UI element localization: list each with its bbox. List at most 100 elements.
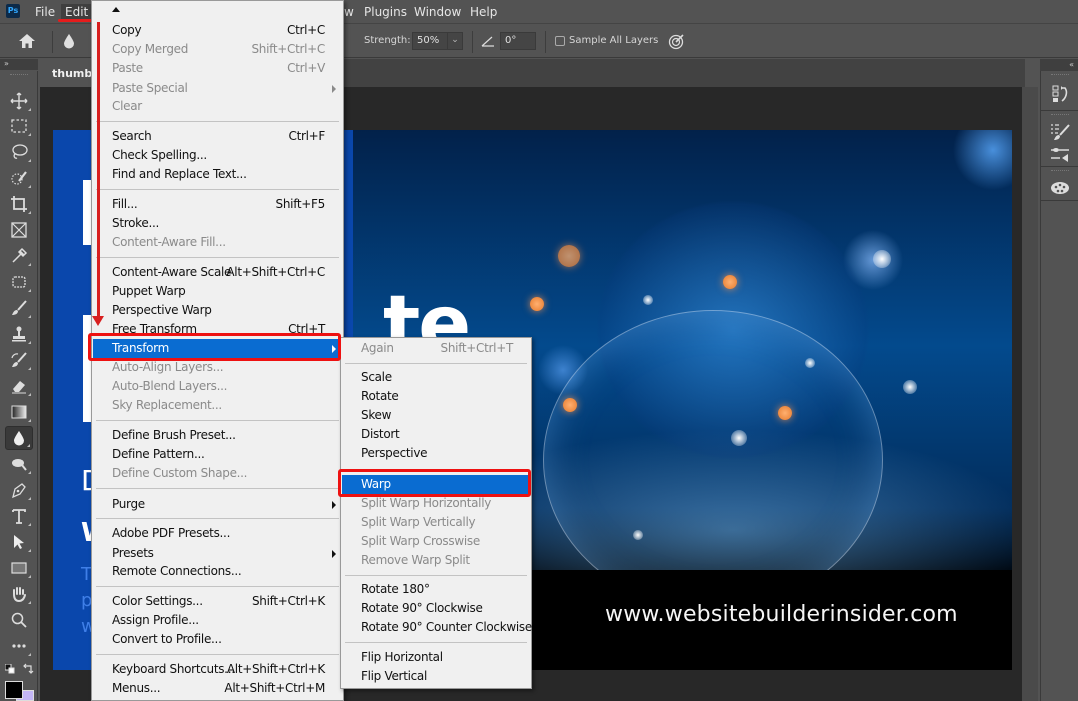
panel-grip[interactable] — [1051, 170, 1069, 173]
blur-tool-icon[interactable] — [5, 426, 33, 450]
menu-edit[interactable]: Edit — [61, 4, 93, 20]
right-dock — [1040, 71, 1078, 701]
menu-item-copy[interactable]: Copy Ctrl+C — [93, 21, 342, 40]
menu-item-perspective-warp[interactable]: Perspective Warp — [93, 301, 342, 320]
crop-tool-icon[interactable] — [5, 192, 33, 216]
strength-dropdown-chevron-icon[interactable]: ⌄ — [447, 32, 463, 50]
sample-all-layers-checkbox[interactable] — [555, 36, 565, 46]
menu-item-rotate-180[interactable]: Rotate 180° — [342, 580, 530, 599]
strength-input[interactable]: 50% — [412, 32, 448, 50]
default-colors-icon[interactable] — [5, 664, 15, 674]
menu-window[interactable]: Window — [410, 4, 465, 20]
menu-item-find-replace-text[interactable]: Find and Replace Text... — [93, 165, 342, 184]
menu-item-remote-connections[interactable]: Remote Connections... — [93, 562, 342, 581]
swap-colors-icon[interactable] — [22, 663, 34, 675]
eraser-tool-icon[interactable] — [5, 374, 33, 398]
color-palette-icon[interactable] — [1050, 177, 1070, 197]
photoshop-logo-icon: Ps — [6, 4, 20, 18]
menu-item-flip-horizontal[interactable]: Flip Horizontal — [342, 648, 530, 667]
menu-item-assign-profile[interactable]: Assign Profile... — [93, 611, 342, 630]
quick-selection-tool-icon[interactable] — [5, 166, 33, 190]
panel-grip[interactable] — [1051, 74, 1069, 77]
dock-collapse-button[interactable]: « — [1040, 59, 1078, 71]
menu-item-convert-to-profile[interactable]: Convert to Profile... — [93, 630, 342, 649]
menu-help[interactable]: Help — [466, 4, 501, 20]
artwork-orange-node — [778, 406, 792, 420]
frame-tool-icon[interactable] — [5, 218, 33, 242]
foreground-color-swatch[interactable] — [5, 681, 23, 699]
path-selection-tool-icon[interactable] — [5, 530, 33, 554]
menu-item-search[interactable]: Search Ctrl+F — [93, 127, 342, 146]
menu-item-rotate[interactable]: Rotate — [342, 387, 530, 406]
menu-item-keyboard-shortcuts[interactable]: Keyboard Shortcuts... Alt+Shift+Ctrl+K — [93, 660, 342, 679]
menu-item-fill[interactable]: Fill... Shift+F5 — [93, 195, 342, 214]
menu-item-menus[interactable]: Menus... Alt+Shift+Ctrl+M — [93, 679, 342, 698]
history-icon[interactable] — [1050, 84, 1070, 104]
menu-item-define-brush-preset[interactable]: Define Brush Preset... — [93, 426, 342, 445]
pressure-icon[interactable] — [668, 33, 685, 50]
more-tools-icon[interactable] — [5, 634, 33, 658]
artwork-orange-node — [530, 297, 544, 311]
panel-grip[interactable] — [10, 74, 28, 77]
menu-separator — [96, 257, 339, 258]
menu-item-skew[interactable]: Skew — [342, 406, 530, 425]
submenu-arrow-icon — [332, 85, 336, 93]
submenu-arrow-icon — [332, 550, 336, 558]
move-tool-icon[interactable] — [5, 89, 33, 113]
gradient-tool-icon[interactable] — [5, 400, 33, 424]
angle-input[interactable]: 0° — [500, 32, 536, 50]
lasso-tool-icon[interactable] — [5, 140, 33, 164]
menu-item-flip-vertical[interactable]: Flip Vertical — [342, 667, 530, 686]
zoom-tool-icon[interactable] — [5, 608, 33, 632]
history-brush-tool-icon[interactable] — [5, 348, 33, 372]
menu-item-scale[interactable]: Scale — [342, 368, 530, 387]
menu-item-content-aware-scale[interactable]: Content-Aware Scale Alt+Shift+Ctrl+C — [93, 263, 342, 282]
menu-item-paste-special: Paste Special — [93, 79, 342, 98]
home-icon[interactable] — [18, 33, 36, 49]
menu-item-split-warp-crosswise: Split Warp Crosswise — [361, 534, 480, 548]
vertical-scrollbar[interactable] — [1022, 87, 1038, 701]
eyedropper-tool-icon[interactable] — [5, 244, 33, 268]
menu-item-color-settings[interactable]: Color Settings... Shift+Ctrl+K — [93, 592, 342, 611]
menu-item-define-pattern[interactable]: Define Pattern... — [93, 445, 342, 464]
pen-tool-icon[interactable] — [5, 478, 33, 502]
brush-tool-icon[interactable] — [5, 296, 33, 320]
menu-item-check-spelling[interactable]: Check Spelling... — [93, 146, 342, 165]
clone-stamp-tool-icon[interactable] — [5, 322, 33, 346]
menu-separator — [96, 189, 339, 190]
dodge-tool-icon[interactable] — [5, 452, 33, 476]
brush-settings-icon[interactable] — [1050, 122, 1070, 142]
type-tool-icon[interactable] — [5, 504, 33, 528]
menu-separator — [96, 518, 339, 519]
menu-separator — [96, 488, 339, 489]
panel-grip[interactable] — [1051, 114, 1069, 117]
artwork-globe — [543, 310, 883, 610]
blur-drop-icon[interactable] — [62, 33, 76, 49]
rectangle-tool-icon[interactable] — [5, 556, 33, 580]
menu-item-again: Again Shift+Ctrl+T — [361, 341, 513, 355]
dock-group-history — [1041, 71, 1078, 111]
artwork-light — [903, 380, 917, 394]
menu-scroll-up-icon[interactable] — [112, 7, 120, 12]
menu-plugins[interactable]: Plugins — [360, 4, 411, 20]
menu-item-perspective[interactable]: Perspective — [342, 444, 530, 463]
menu-item-distort[interactable]: Distort — [342, 425, 530, 444]
artwork-orange-node — [723, 275, 737, 289]
menu-item-adobe-pdf-presets[interactable]: Adobe PDF Presets... — [93, 524, 342, 543]
artwork-light — [731, 430, 747, 446]
menu-item-puppet-warp[interactable]: Puppet Warp — [93, 282, 342, 301]
spot-healing-tool-icon[interactable] — [5, 270, 33, 294]
menu-item-rotate-90-cw[interactable]: Rotate 90° Clockwise — [342, 599, 530, 618]
menu-file[interactable]: File — [31, 4, 59, 20]
menu-item-stroke[interactable]: Stroke... — [93, 214, 342, 233]
brushes-icon[interactable] — [1050, 144, 1070, 164]
menu-separator — [345, 363, 527, 364]
menu-item-purge[interactable]: Purge — [93, 495, 342, 514]
menu-item-rotate-90-ccw[interactable]: Rotate 90° Counter Clockwise — [342, 618, 532, 637]
menu-item-clear: Clear — [112, 99, 142, 113]
strength-label: Strength: — [364, 35, 411, 46]
hand-tool-icon[interactable] — [5, 582, 33, 606]
menu-item-presets[interactable]: Presets — [93, 544, 342, 563]
marquee-tool-icon[interactable] — [5, 114, 33, 138]
toolbar-collapse-button[interactable]: » — [0, 59, 38, 70]
